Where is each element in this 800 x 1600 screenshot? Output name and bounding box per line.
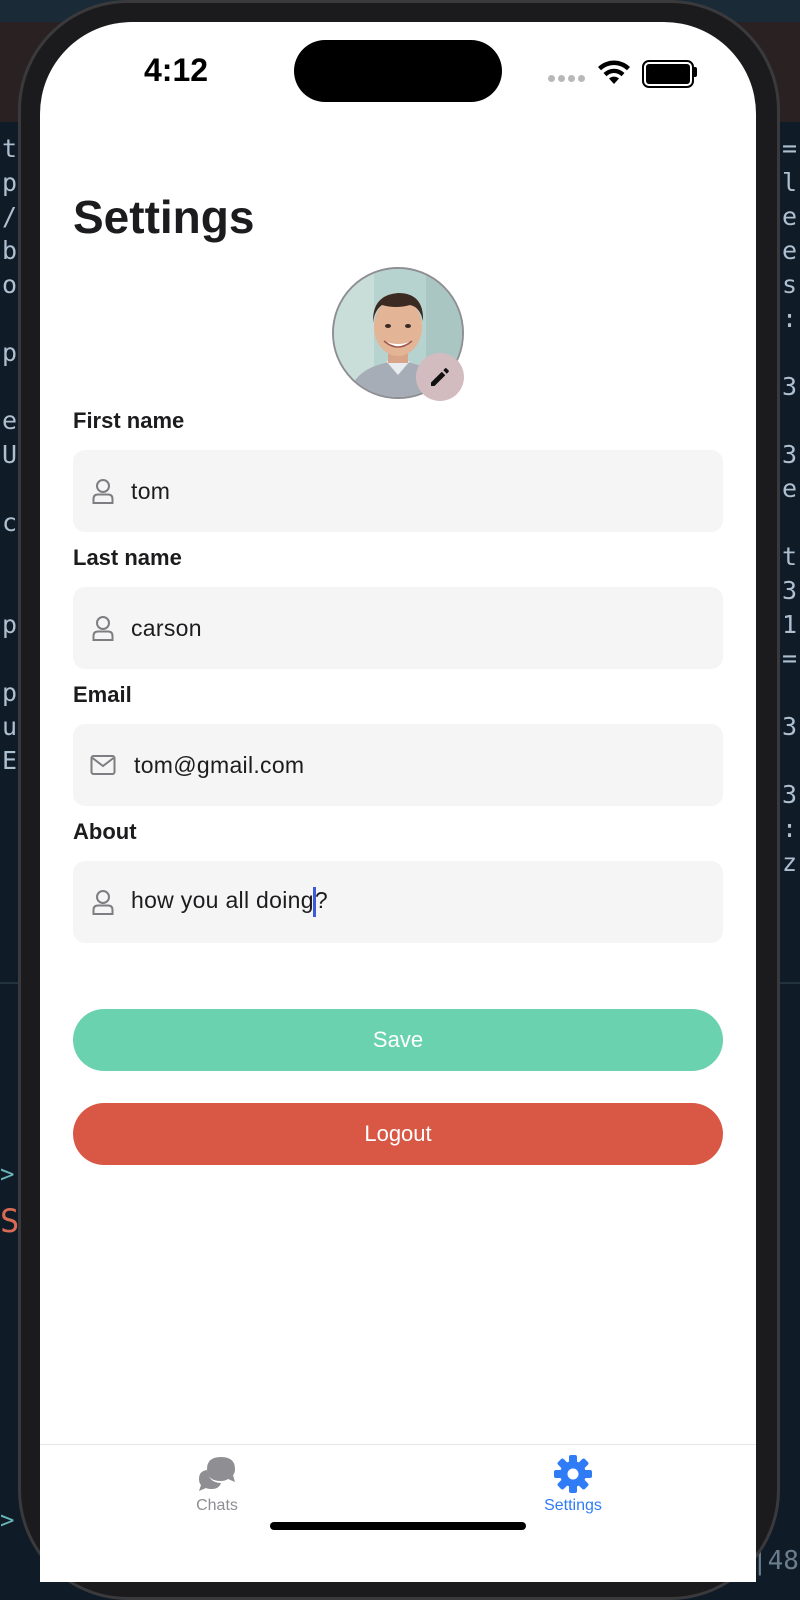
- chat-bubbles-icon: [199, 1457, 235, 1491]
- cellular-signal-icon: [548, 75, 585, 82]
- tab-chats[interactable]: Chats: [157, 1455, 277, 1535]
- tab-chats-label: Chats: [196, 1497, 238, 1514]
- page-title: Settings: [73, 191, 255, 243]
- app-screen: 4:12 Settings First name tom Last name c…: [40, 22, 756, 1582]
- about-label: About: [73, 819, 137, 844]
- dynamic-island: [294, 40, 502, 102]
- save-button[interactable]: Save: [73, 1009, 723, 1071]
- person-icon: [89, 614, 117, 642]
- about-text-after-caret: ?: [314, 887, 328, 914]
- editor-arrow: >: [0, 1506, 15, 1534]
- status-time: 4:12: [144, 52, 209, 88]
- editor-code-right-edge: = l e e s : 3 3 e t 3 1 = 3 3 : z: [782, 134, 798, 877]
- tab-bar: Chats Settings: [40, 1444, 756, 1582]
- tab-settings[interactable]: Settings: [513, 1455, 633, 1535]
- last-name-input[interactable]: carson: [131, 615, 202, 642]
- about-input[interactable]: how you all doing?: [131, 887, 328, 917]
- edit-avatar-button[interactable]: [416, 353, 464, 401]
- status-bar: 4:12: [40, 22, 756, 122]
- editor-code-left-edge: t p / b o p e U c p p u E: [2, 134, 18, 775]
- pencil-icon: [431, 368, 449, 386]
- battery-icon: [642, 60, 694, 88]
- email-label: Email: [73, 682, 132, 707]
- mail-icon: [89, 751, 117, 779]
- profile-avatar-container[interactable]: [332, 267, 464, 401]
- editor-arrow: >: [0, 1160, 15, 1188]
- home-indicator[interactable]: [270, 1522, 526, 1530]
- wifi-icon: [598, 60, 630, 84]
- battery-nub: [693, 67, 697, 77]
- gear-icon: [554, 1455, 592, 1493]
- email-field[interactable]: tom@gmail.com: [73, 724, 723, 806]
- logout-button[interactable]: Logout: [73, 1103, 723, 1165]
- last-name-field[interactable]: carson: [73, 587, 723, 669]
- email-input[interactable]: tom@gmail.com: [134, 752, 304, 779]
- about-field[interactable]: how you all doing?: [73, 861, 723, 943]
- person-icon: [89, 888, 117, 916]
- editor-token: S: [0, 1202, 20, 1240]
- first-name-label: First name: [73, 408, 185, 433]
- first-name-input[interactable]: tom: [131, 478, 170, 505]
- tab-settings-label: Settings: [544, 1497, 602, 1514]
- person-icon: [89, 477, 117, 505]
- last-name-label: Last name: [73, 545, 182, 570]
- first-name-field[interactable]: tom: [73, 450, 723, 532]
- about-text-before-caret: how you all doing: [131, 887, 314, 914]
